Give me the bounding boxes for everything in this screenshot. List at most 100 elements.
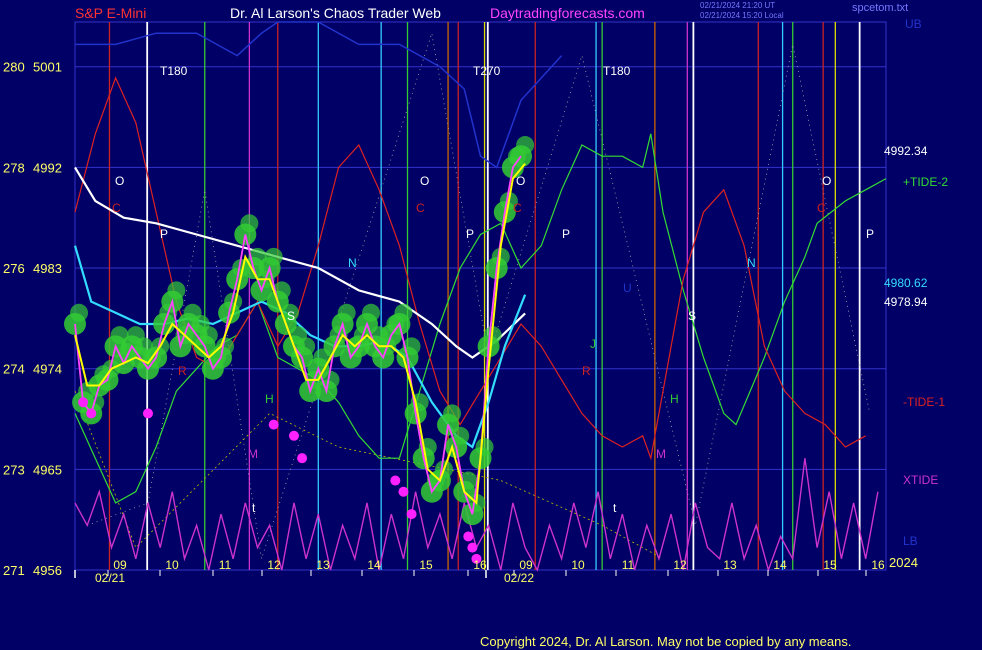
x-hour-label-14: 15 bbox=[823, 558, 837, 572]
volume-blob-b-33 bbox=[337, 303, 356, 322]
volume-blob-b-36 bbox=[362, 303, 381, 322]
y-tick-right-1: 4992 bbox=[33, 160, 62, 175]
x-hour-label-0: 09 bbox=[113, 558, 127, 572]
signal-dot-5 bbox=[297, 453, 308, 464]
label-cyan-value: 4980.62 bbox=[884, 276, 928, 290]
data-filename: spcetom.txt bbox=[852, 2, 909, 14]
y-tick-right-0: 5001 bbox=[33, 60, 62, 75]
signal-dot-7 bbox=[398, 486, 409, 497]
planet-letter-17: U bbox=[623, 281, 632, 295]
planet-letter-6: t bbox=[252, 501, 256, 515]
volume-blob-b-28 bbox=[297, 337, 316, 356]
volume-blob-b-50 bbox=[475, 437, 494, 456]
volume-blob-b-24 bbox=[264, 247, 283, 266]
signal-dot-8 bbox=[406, 509, 417, 520]
y-tick-left-1: 278 bbox=[3, 160, 25, 175]
signal-dot-6 bbox=[390, 475, 401, 486]
x-hour-label-4: 13 bbox=[316, 558, 330, 572]
y-tick-right-5: 4956 bbox=[33, 563, 62, 578]
y-tick-right-4: 4965 bbox=[33, 462, 62, 477]
x-hour-label-1: 10 bbox=[165, 558, 179, 572]
planet-letter-3: R bbox=[178, 364, 187, 378]
x-hour-label-8: 09 bbox=[519, 558, 533, 572]
timing-label-0: T180 bbox=[160, 64, 188, 78]
x-date-label-0: 02/21 bbox=[95, 571, 125, 585]
site-link[interactable]: Daytradingforecasts.com bbox=[490, 5, 645, 21]
planet-letter-13: C bbox=[513, 201, 522, 215]
volume-blob-b-0 bbox=[70, 303, 89, 322]
label-upper-band: UB bbox=[905, 17, 922, 31]
signal-dot-10 bbox=[467, 542, 478, 553]
planet-letter-2: P bbox=[160, 227, 168, 241]
planet-letter-1: C bbox=[112, 201, 121, 215]
volume-blob-b-12 bbox=[167, 281, 186, 300]
planet-letter-22: N bbox=[747, 256, 756, 270]
site-title: Dr. Al Larson's Chaos Trader Web bbox=[230, 5, 441, 21]
plot-frame bbox=[74, 21, 887, 571]
y-tick-left-0: 280 bbox=[3, 60, 25, 75]
volume-blob-b-16 bbox=[199, 326, 218, 345]
planet-letter-25: P bbox=[866, 227, 874, 241]
y-tick-right-2: 4983 bbox=[33, 261, 62, 276]
label-price-high: 4992.34 bbox=[884, 144, 928, 158]
planet-letter-12: O bbox=[516, 174, 525, 188]
label-lower-band: LB bbox=[903, 534, 918, 548]
copyright: Copyright 2024, Dr. Al Larson. May not b… bbox=[480, 634, 852, 649]
planet-letter-24: C bbox=[817, 201, 826, 215]
planet-letter-15: J bbox=[590, 337, 596, 351]
volume-blob-b-21 bbox=[240, 214, 259, 233]
planet-letter-14: P bbox=[562, 227, 570, 241]
x-hour-label-15: 16 bbox=[871, 558, 885, 572]
planet-letter-20: t bbox=[613, 501, 617, 515]
signal-dot-9 bbox=[463, 531, 474, 542]
timestamp-ut: 02/21/2024 21:20 UT bbox=[700, 1, 776, 10]
y-tick-left-4: 273 bbox=[3, 462, 25, 477]
chaos-trader-chart: 280 5001 278 4992 276 4983 274 4974 273 4965 271 49… bbox=[3, 17, 948, 585]
x-date-label-1: 02/22 bbox=[504, 571, 534, 585]
planet-letter-16: R bbox=[582, 364, 591, 378]
x-hour-label-3: 12 bbox=[267, 558, 281, 572]
timestamp-local: 02/21/2024 15:20 Local bbox=[700, 11, 784, 20]
label-minus-tide: -TIDE-1 bbox=[903, 395, 945, 409]
planet-letter-0: O bbox=[115, 174, 124, 188]
y-tick-right-3: 4974 bbox=[33, 362, 62, 377]
y-tick-left-3: 274 bbox=[3, 362, 25, 377]
planet-letter-23: O bbox=[822, 174, 831, 188]
x-hour-label-7: 16 bbox=[473, 558, 487, 572]
x-hour-label-11: 12 bbox=[673, 558, 687, 572]
planet-letter-18: H bbox=[670, 392, 679, 406]
x-hour-label-10: 11 bbox=[622, 558, 635, 572]
x-hour-label-12: 13 bbox=[723, 558, 737, 572]
planet-letter-4: M bbox=[248, 447, 258, 461]
planet-letter-7: S bbox=[287, 309, 295, 323]
signal-dot-1 bbox=[86, 408, 97, 419]
y-tick-left-2: 276 bbox=[3, 261, 25, 276]
volume-blob-b-46 bbox=[443, 404, 462, 423]
x-year-label: 2024 bbox=[889, 555, 918, 570]
planet-letter-5: H bbox=[265, 392, 274, 406]
planet-letter-8: N bbox=[348, 256, 357, 270]
x-hour-label-6: 15 bbox=[419, 558, 433, 572]
x-hour-label-5: 14 bbox=[367, 558, 381, 572]
label-xtide: XTIDE bbox=[903, 473, 938, 487]
planet-letter-21: S bbox=[688, 309, 696, 323]
signal-dot-2 bbox=[142, 408, 153, 419]
x-hour-label-13: 14 bbox=[773, 558, 787, 572]
x-hour-label-9: 10 bbox=[571, 558, 585, 572]
volume-blob-b-55 bbox=[516, 136, 535, 155]
planet-letter-9: O bbox=[420, 174, 429, 188]
signal-dot-3 bbox=[268, 419, 279, 430]
planet-letter-10: C bbox=[416, 201, 425, 215]
x-hour-label-2: 11 bbox=[219, 558, 232, 572]
timing-label-1: T270 bbox=[473, 64, 501, 78]
label-white-value: 4978.94 bbox=[884, 295, 928, 309]
signal-dot-4 bbox=[288, 430, 299, 441]
signal-dot-0 bbox=[78, 397, 89, 408]
label-plus-tide: +TIDE-2 bbox=[903, 175, 948, 189]
chart-title: S&P E-Mini bbox=[75, 5, 147, 21]
planet-letter-11: P bbox=[466, 227, 474, 241]
planet-letter-19: M bbox=[656, 447, 666, 461]
timing-label-2: T180 bbox=[603, 64, 631, 78]
y-tick-left-5: 271 bbox=[3, 563, 25, 578]
volume-blob-b-40 bbox=[394, 303, 413, 322]
